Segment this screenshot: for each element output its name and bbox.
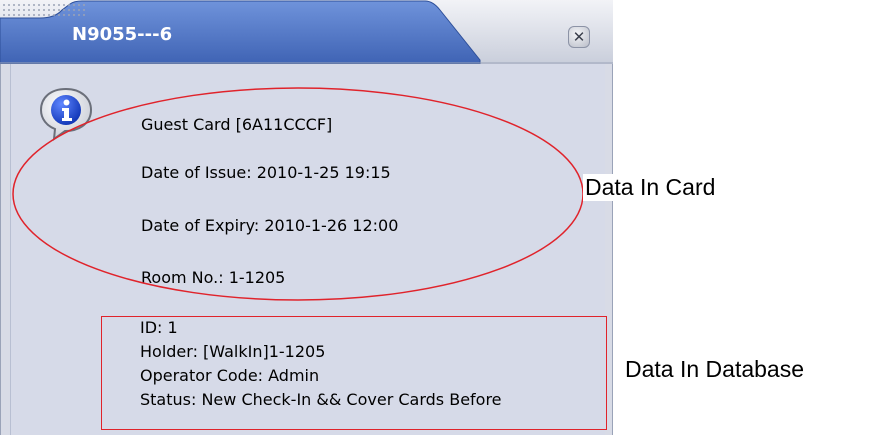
- annotation-data-in-database: Data In Database: [625, 356, 805, 382]
- annotation-data-in-card: Data In Card: [583, 174, 718, 201]
